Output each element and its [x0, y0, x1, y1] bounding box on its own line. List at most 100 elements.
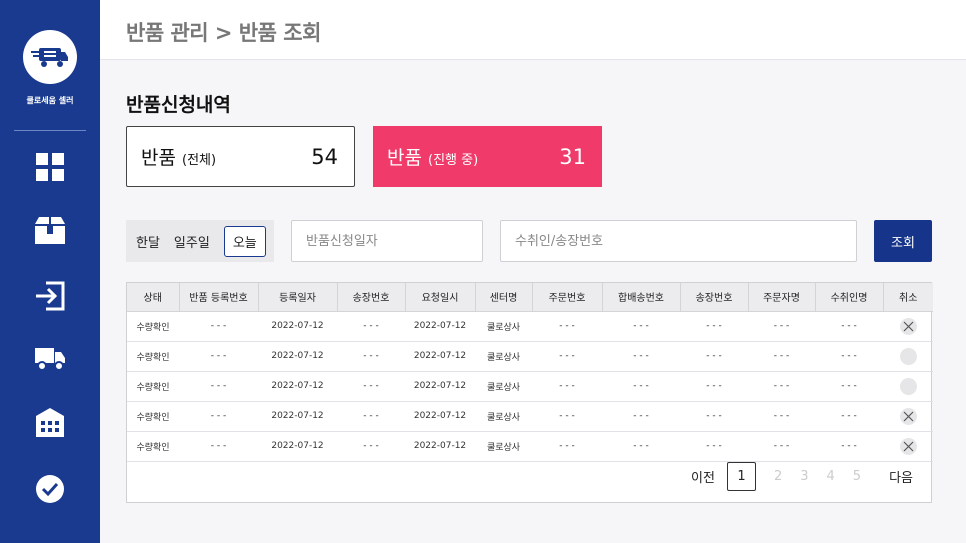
stat-progress-label: 반품 (진행 중)	[387, 147, 479, 169]
check-circle-icon	[36, 475, 64, 503]
cancel-cell	[883, 311, 933, 342]
table-cell: 2022-07-12	[258, 401, 337, 432]
pagination-page-4[interactable]: 4	[827, 469, 835, 484]
column-header: 취소	[883, 283, 933, 312]
pagination-page-1[interactable]: 1	[726, 462, 756, 491]
column-header: 등록일자	[258, 283, 338, 312]
table-row[interactable]: 수량확인 - - -2022-07-12- - -2022-07-12 쿨로상사 - …	[127, 431, 933, 462]
table-cell: - - -	[680, 311, 748, 342]
column-header: 송장번호	[337, 283, 406, 312]
dashboard-icon	[36, 153, 64, 181]
column-header: 주문자명	[748, 283, 816, 312]
table-cell: - - -	[602, 311, 680, 342]
logo-truck-icon	[31, 48, 68, 67]
logo[interactable]	[23, 30, 77, 84]
sidebar: 쿨로세움 셀러	[0, 0, 100, 543]
table-cell: - - -	[532, 341, 602, 372]
pagination-next[interactable]: 다음	[889, 467, 913, 486]
table-cell: - - -	[532, 371, 602, 402]
keyword-search-input[interactable]	[500, 220, 857, 262]
pagination-prev[interactable]: 이전	[691, 467, 715, 486]
table-cell: - - -	[532, 431, 602, 462]
table-cell: 수량확인	[127, 341, 179, 372]
table-row[interactable]: 수량확인 - - -2022-07-12- - -2022-07-12 쿨로상사 - …	[127, 341, 933, 372]
truck-icon	[35, 348, 65, 371]
pagination-page-3[interactable]: 3	[800, 469, 808, 484]
table-cell: - - -	[748, 401, 815, 432]
stat-total-value: 54	[311, 144, 338, 169]
table-cell: 쿨로상사	[475, 401, 532, 432]
table-cell: - - -	[179, 371, 258, 402]
table-cell: - - -	[680, 431, 748, 462]
table-cell: 2022-07-12	[405, 371, 475, 402]
table-cell: - - -	[815, 371, 883, 402]
table-cell: - - -	[337, 371, 405, 402]
close-icon	[903, 441, 913, 451]
table-cell: 2022-07-12	[258, 311, 337, 342]
table-cell: - - -	[179, 431, 258, 462]
search-button[interactable]: 조회	[874, 220, 932, 262]
close-icon	[903, 321, 913, 331]
column-header: 센터명	[475, 283, 533, 312]
table-cell: 2022-07-12	[405, 401, 475, 432]
table-cell: 2022-07-12	[405, 431, 475, 462]
cancel-cell	[883, 371, 933, 402]
cancel-button[interactable]	[899, 407, 917, 425]
column-header: 수취인명	[815, 283, 884, 312]
header: 반품 관리 > 반품 조회	[100, 0, 966, 60]
sidebar-item-delivery[interactable]	[34, 342, 66, 374]
sidebar-item-complete[interactable]	[34, 473, 66, 505]
stat-card-total[interactable]: 반품 (전체) 54	[126, 126, 355, 187]
sidebar-item-warehouse[interactable]	[34, 406, 66, 438]
table-row[interactable]: 수량확인 - - -2022-07-12- - -2022-07-12 쿨로상사 - …	[127, 371, 933, 402]
pagination: 이전 1 2 3 4 5 다음	[691, 462, 913, 491]
cancel-button[interactable]	[899, 377, 917, 395]
cancel-button[interactable]	[899, 347, 917, 365]
period-today-button[interactable]: 오늘	[223, 225, 266, 257]
login-icon	[36, 281, 65, 311]
table-cell: - - -	[680, 401, 748, 432]
period-week-button[interactable]: 일주일	[174, 232, 210, 251]
table-cell: - - -	[815, 311, 883, 342]
warehouse-icon	[36, 408, 64, 437]
sidebar-item-inbound[interactable]	[34, 280, 66, 312]
return-table: 상태 반품 등록번호 등록일자 송장번호 요청일시 센터명 주문번호 합배송번호 송장번호 주문자…	[126, 282, 933, 503]
stat-card-in-progress[interactable]: 반품 (진행 중) 31	[373, 126, 602, 187]
sidebar-item-dashboard[interactable]	[34, 151, 66, 183]
sidebar-divider	[14, 130, 86, 131]
stat-total-label: 반품 (전체)	[141, 147, 217, 169]
table-cell: - - -	[179, 341, 258, 372]
close-icon	[903, 411, 913, 421]
table-cell: 수량확인	[127, 311, 179, 342]
table-cell: - - -	[532, 401, 602, 432]
table-cell: - - -	[337, 401, 405, 432]
table-row[interactable]: 수량확인 - - -2022-07-12- - -2022-07-12 쿨로상사 - …	[127, 401, 933, 432]
table-cell: 쿨로상사	[475, 311, 532, 342]
cancel-cell	[883, 431, 933, 462]
table-cell: - - -	[179, 401, 258, 432]
table-cell: - - -	[337, 341, 405, 372]
period-month-button[interactable]: 한달	[136, 232, 160, 251]
pagination-page-2[interactable]: 2	[774, 469, 782, 484]
table-cell: - - -	[602, 401, 680, 432]
cancel-button[interactable]	[899, 437, 917, 455]
table-cell: - - -	[680, 341, 748, 372]
column-header: 합배송번호	[602, 283, 681, 312]
table-body: 수량확인 - - -2022-07-12- - -2022-07-12 쿨로상사 - …	[127, 311, 933, 462]
brand-name: 쿨로세움 셀러	[26, 96, 74, 105]
table-row[interactable]: 수량확인 - - -2022-07-12- - -2022-07-12 쿨로상사 - …	[127, 311, 933, 342]
table-cell: 수량확인	[127, 371, 179, 402]
cancel-button[interactable]	[899, 317, 917, 335]
breadcrumb: 반품 관리 > 반품 조회	[126, 21, 321, 45]
table-cell: - - -	[602, 341, 680, 372]
sidebar-item-return[interactable]	[34, 214, 66, 246]
column-header: 상태	[127, 283, 180, 312]
cancel-cell	[883, 341, 933, 372]
return-date-input[interactable]	[291, 220, 483, 262]
table-cell: - - -	[748, 311, 815, 342]
pagination-page-5[interactable]: 5	[853, 469, 861, 484]
table-header-row: 상태 반품 등록번호 등록일자 송장번호 요청일시 센터명 주문번호 합배송번호 송장번호 주문자…	[127, 283, 933, 312]
table-cell: - - -	[680, 371, 748, 402]
page-title: 반품신청내역	[126, 94, 231, 116]
table-cell: - - -	[602, 371, 680, 402]
